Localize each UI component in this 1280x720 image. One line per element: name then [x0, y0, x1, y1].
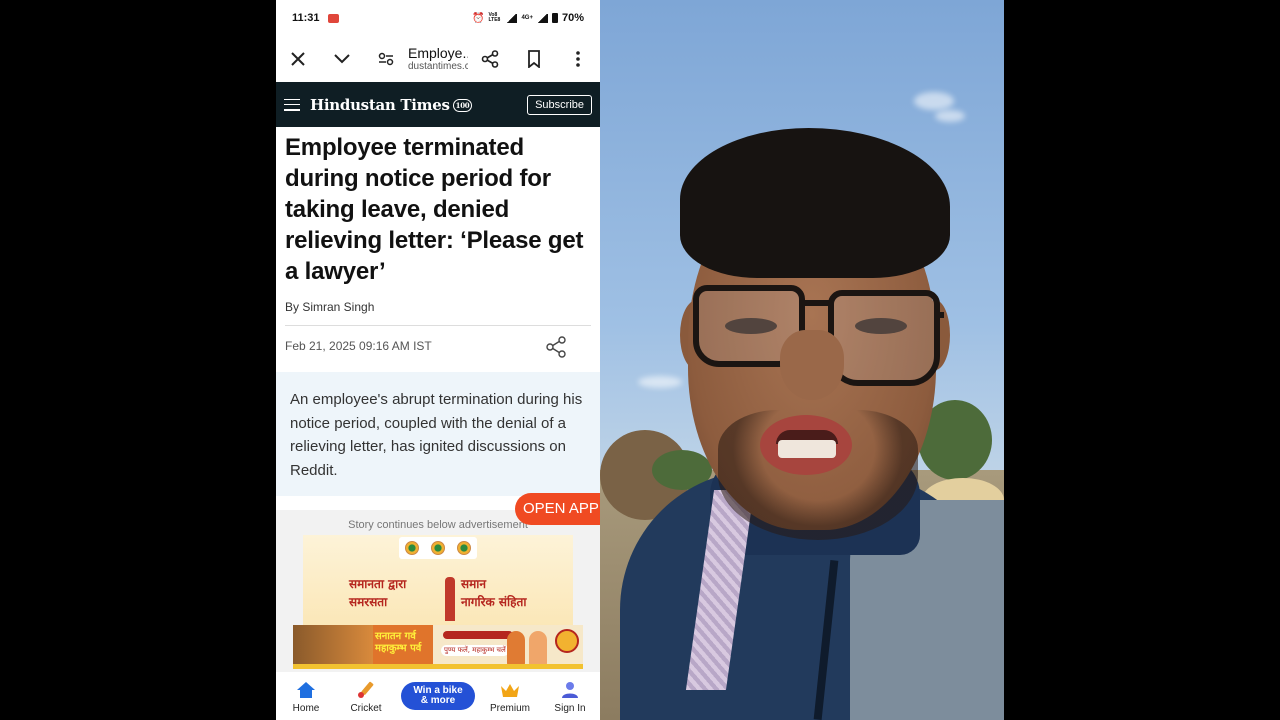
glasses-temple: [936, 312, 944, 318]
browser-toolbar: Employe... dustantimes.com: [276, 36, 600, 82]
nav-cricket[interactable]: Cricket: [338, 679, 394, 714]
bottom-navigation: Home Cricket Win a bike & more Premium S…: [276, 672, 600, 720]
page-domain: dustantimes.com: [408, 61, 468, 73]
user-icon: [559, 679, 581, 701]
cloud: [914, 92, 954, 110]
status-time: 11:31: [292, 12, 320, 24]
ad-strip: [293, 664, 583, 669]
article-summary: An employee's abrupt termination during …: [276, 372, 600, 496]
alarm-icon: ⏰: [472, 12, 485, 24]
site-logo-text: Hindustan Times: [310, 95, 450, 114]
ad-emblems: [399, 537, 477, 559]
bottom-ad-title-line2: महाकुम्भ पर्व: [375, 643, 422, 654]
article-share-icon[interactable]: [544, 335, 568, 359]
page-title: Employe...: [408, 45, 468, 61]
cricket-icon: [355, 679, 377, 701]
seal-icon: [457, 541, 471, 555]
home-icon: [295, 679, 317, 701]
divider: [285, 325, 591, 326]
nose: [780, 330, 844, 400]
glasses-lens-right: [828, 290, 940, 386]
kumbh-badge-icon: [555, 629, 579, 653]
bottom-ad-title: सनातन गर्व महाकुम्भ पर्व: [375, 631, 421, 655]
article-byline[interactable]: By Simran Singh: [285, 300, 374, 314]
phone-screen: 11:31 ⏰ Vo8 LTE8 4G+ 70% Employe... dust…: [276, 0, 600, 720]
ad-text-line1-right: समान: [461, 577, 487, 591]
lady-justice-icon: [445, 577, 455, 621]
page-settings-icon[interactable]: [364, 37, 408, 81]
ad-text-line1-left: समानता द्वारा: [349, 577, 407, 591]
ad-pill: [443, 631, 513, 639]
bottom-ad-banner[interactable]: सनातन गर्व महाकुम्भ पर्व पुण्य फलें, महा…: [293, 625, 583, 669]
share-icon[interactable]: [468, 37, 512, 81]
site-logo[interactable]: Hindustan Times 100: [310, 95, 473, 114]
close-icon[interactable]: [276, 37, 320, 81]
menu-icon[interactable]: [284, 98, 300, 111]
battery-percent: 70%: [561, 12, 584, 24]
more-options-icon[interactable]: [556, 37, 600, 81]
ad-headline-right: समान नागरिक संहिता: [461, 575, 526, 611]
ad-banner[interactable]: समानता द्वारा समरसता समान नागरिक संहिता: [303, 535, 573, 627]
bookmark-icon[interactable]: [512, 37, 556, 81]
nav-sign-in[interactable]: Sign In: [542, 679, 598, 714]
bottom-ad-tagline: पुण्य फलें, महाकुम्भ चलें: [441, 645, 509, 656]
win-a-bike-button[interactable]: Win a bike & more: [401, 682, 475, 710]
ad-crowd-image: [293, 625, 373, 669]
open-app-button[interactable]: OPEN APP: [515, 493, 600, 525]
cloud-3: [638, 376, 682, 388]
article-date: Feb 21, 2025 09:16 AM IST: [285, 339, 432, 353]
signal-icon-2: [536, 13, 548, 23]
cloud-2: [935, 110, 965, 122]
bottom-ad-title-line1: सनातन गर्व: [375, 631, 416, 642]
state-emblem-icon: [405, 541, 419, 555]
nav-home[interactable]: Home: [278, 679, 334, 714]
portrait-icon: [507, 631, 525, 665]
screen-record-icon: [327, 13, 339, 23]
promo-line2: & more: [420, 695, 456, 706]
logo-badge: 100: [452, 99, 473, 112]
nav-sign-in-label: Sign In: [554, 702, 586, 714]
glasses-bridge: [800, 300, 832, 306]
page-title-area[interactable]: Employe... dustantimes.com: [408, 46, 468, 72]
signal-icon: [506, 13, 518, 23]
nav-premium-label: Premium: [489, 702, 530, 714]
subscribe-button[interactable]: Subscribe: [527, 94, 592, 115]
chevron-down-icon[interactable]: [320, 37, 364, 81]
status-indicators: ⏰ Vo8 LTE8 4G+ 70%: [472, 12, 584, 24]
ad-text-line2-right: नागरिक संहिता: [461, 595, 527, 609]
camera-view: [600, 0, 1004, 720]
nav-premium[interactable]: Premium: [482, 679, 538, 714]
ad-headline-left: समानता द्वारा समरसता: [349, 575, 406, 611]
nav-promo[interactable]: Win a bike & more: [398, 682, 478, 710]
article-headline: Employee terminated during notice period…: [285, 134, 584, 285]
ad-text-line2-left: समरसता: [349, 595, 388, 609]
crown-icon: [499, 679, 521, 701]
uttarakhand-logo-icon: [431, 541, 445, 555]
volte-indicator: Vo8 LTE8: [488, 12, 501, 23]
nav-home-label: Home: [292, 702, 320, 714]
teeth: [778, 440, 836, 458]
network-type: 4G+: [521, 15, 533, 21]
battery-icon: [551, 13, 558, 23]
site-header: Hindustan Times 100 Subscribe: [276, 82, 600, 127]
nav-cricket-label: Cricket: [350, 702, 382, 714]
portrait-icon-2: [529, 631, 547, 665]
status-bar: 11:31 ⏰ Vo8 LTE8 4G+ 70%: [276, 0, 600, 36]
